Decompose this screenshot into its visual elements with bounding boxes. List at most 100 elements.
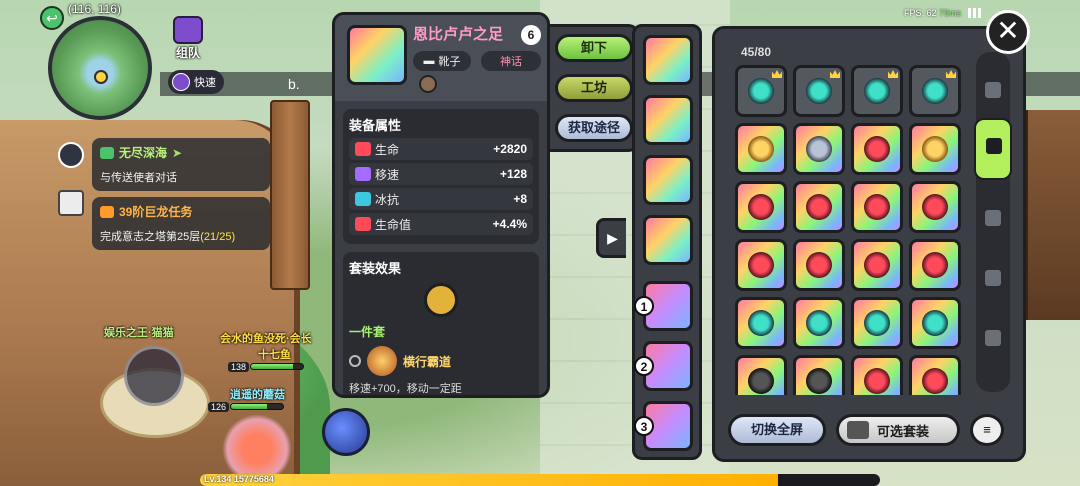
- book-icon: [100, 146, 114, 159]
- attribute-row: 生命 +2820: [349, 138, 533, 160]
- inventory-slot[interactable]: [793, 239, 845, 291]
- inventory-slot[interactable]: [909, 65, 961, 117]
- attribute-row: 移速 +128: [349, 163, 533, 185]
- team-button[interactable]: 组队: [168, 16, 208, 62]
- inventory-slot[interactable]: [793, 181, 845, 233]
- inventory-slot[interactable]: [735, 297, 787, 349]
- equipped-slot[interactable]: [643, 215, 693, 265]
- equipment-icon: [864, 368, 890, 394]
- ping-value: 79ms: [939, 8, 962, 18]
- navigate-arrow-icon[interactable]: ➤: [172, 146, 182, 160]
- inventory-slot[interactable]: [909, 355, 961, 395]
- section-title: 套装效果: [349, 261, 402, 276]
- inventory-slot[interactable]: [735, 181, 787, 233]
- inventory-slot[interactable]: [793, 355, 845, 395]
- player-name: 十七鱼: [258, 349, 291, 361]
- quest-item[interactable]: 39阶巨龙任务 完成意志之塔第25层(21/25): [92, 197, 270, 250]
- player-hp-bar: [230, 403, 284, 410]
- inventory-slot[interactable]: [793, 297, 845, 349]
- equipment-icon: [922, 310, 948, 336]
- equipment-icon: [922, 194, 948, 220]
- equipment-icon: [864, 252, 890, 278]
- crown-icon: [830, 70, 840, 78]
- tab-bag[interactable]: [978, 198, 1008, 240]
- item-name: 恩比卢卢之足: [413, 26, 504, 43]
- slot-number: 1: [634, 296, 654, 316]
- building-right: [1025, 110, 1080, 320]
- set-effect-name: 横行霸道: [403, 354, 452, 369]
- inventory-slot[interactable]: [909, 239, 961, 291]
- inventory-slot[interactable]: [909, 181, 961, 233]
- inventory-slot[interactable]: [909, 297, 961, 349]
- item-thumbnail: [347, 25, 407, 85]
- heart-icon: [355, 142, 371, 156]
- set-effect-row: 横行霸道: [349, 346, 533, 376]
- quick-chat-button[interactable]: 快速: [168, 70, 224, 94]
- weapon-slot[interactable]: 1: [634, 281, 693, 331]
- inventory-slot[interactable]: [851, 355, 903, 395]
- inventory-slot[interactable]: [851, 239, 903, 291]
- filter-icon[interactable]: ≡: [970, 414, 1004, 446]
- quest-progress: (21/25): [200, 231, 236, 243]
- skill-orb-button[interactable]: [322, 408, 370, 456]
- quick-chat-label: 快速: [194, 77, 216, 89]
- tab-armor[interactable]: [974, 118, 1012, 180]
- item-detail-panel: 恩比卢卢之足 6 ▬ 靴子 神话 装备属性 生命 +2820 移速 +128 冰抗 +8 生命…: [332, 12, 550, 398]
- workshop-button[interactable]: 工坊: [555, 74, 633, 102]
- equipment-icon: [806, 136, 832, 162]
- inventory-slot[interactable]: [851, 123, 903, 175]
- close-button[interactable]: ✕: [986, 10, 1030, 54]
- equipped-slot[interactable]: [643, 155, 693, 205]
- equipment-icon: [864, 136, 890, 162]
- set-icon: [847, 421, 869, 439]
- equipment-icon: [748, 136, 774, 162]
- level-exp-text: Lv.134 15775684: [204, 474, 274, 484]
- team-icon: [173, 16, 203, 44]
- optional-set-button[interactable]: 可选套装: [836, 414, 960, 446]
- crown-icon: [946, 70, 956, 78]
- equipped-slot[interactable]: [643, 35, 693, 85]
- attribute-name: 生命: [375, 142, 400, 157]
- category-tabs: [974, 52, 1012, 392]
- expand-arrow-icon[interactable]: ▶: [596, 218, 626, 258]
- weapon-slot[interactable]: 2: [634, 341, 693, 391]
- unequip-button[interactable]: 卸下: [555, 34, 633, 62]
- movement-joystick[interactable]: [124, 346, 184, 406]
- inventory-slot[interactable]: [793, 65, 845, 117]
- chat-glyph: b.: [288, 76, 300, 92]
- tab-emblem[interactable]: [978, 258, 1008, 300]
- stats-icon[interactable]: [58, 190, 84, 216]
- exp-bar: [200, 474, 880, 486]
- map-pin-icon[interactable]: [58, 142, 84, 168]
- quest-title: 39阶巨龙任务: [119, 205, 193, 219]
- dragon-quest-icon: [100, 205, 114, 218]
- tab-pet[interactable]: [978, 318, 1008, 360]
- inventory-slot[interactable]: [735, 123, 787, 175]
- equipment-icon: [748, 310, 774, 336]
- fullscreen-button[interactable]: 切换全屏: [728, 414, 826, 446]
- inventory-slot[interactable]: [851, 297, 903, 349]
- inventory-slot[interactable]: [735, 239, 787, 291]
- inventory-slot[interactable]: [793, 123, 845, 175]
- sword-icon: [985, 82, 1001, 98]
- inventory-slot[interactable]: [735, 355, 787, 395]
- pet-icon: [985, 330, 1001, 346]
- inventory-slot[interactable]: [851, 65, 903, 117]
- back-icon[interactable]: ↩: [40, 6, 64, 30]
- check-icon: [349, 355, 361, 367]
- boot-icon: ▬: [423, 55, 435, 67]
- item-type-tag: ▬ 靴子: [413, 51, 471, 71]
- weapon-slot[interactable]: 3: [634, 401, 693, 451]
- inventory-slot[interactable]: [909, 123, 961, 175]
- inventory-slot[interactable]: [735, 65, 787, 117]
- tab-weapon[interactable]: [978, 70, 1008, 112]
- inventory-count: 45/80: [741, 45, 772, 59]
- quest-item[interactable]: 无尽深海 ➤ 与传送使者对话: [92, 138, 270, 191]
- source-button[interactable]: 获取途径: [555, 114, 633, 142]
- equipped-slot[interactable]: [643, 95, 693, 145]
- attribute-section: 装备属性 生命 +2820 移速 +128 冰抗 +8 生命值 +4.4%: [343, 109, 539, 244]
- equipment-icon: [864, 194, 890, 220]
- inventory-slot[interactable]: [851, 181, 903, 233]
- minimap[interactable]: [48, 16, 152, 120]
- set-effect-icon: [367, 346, 397, 376]
